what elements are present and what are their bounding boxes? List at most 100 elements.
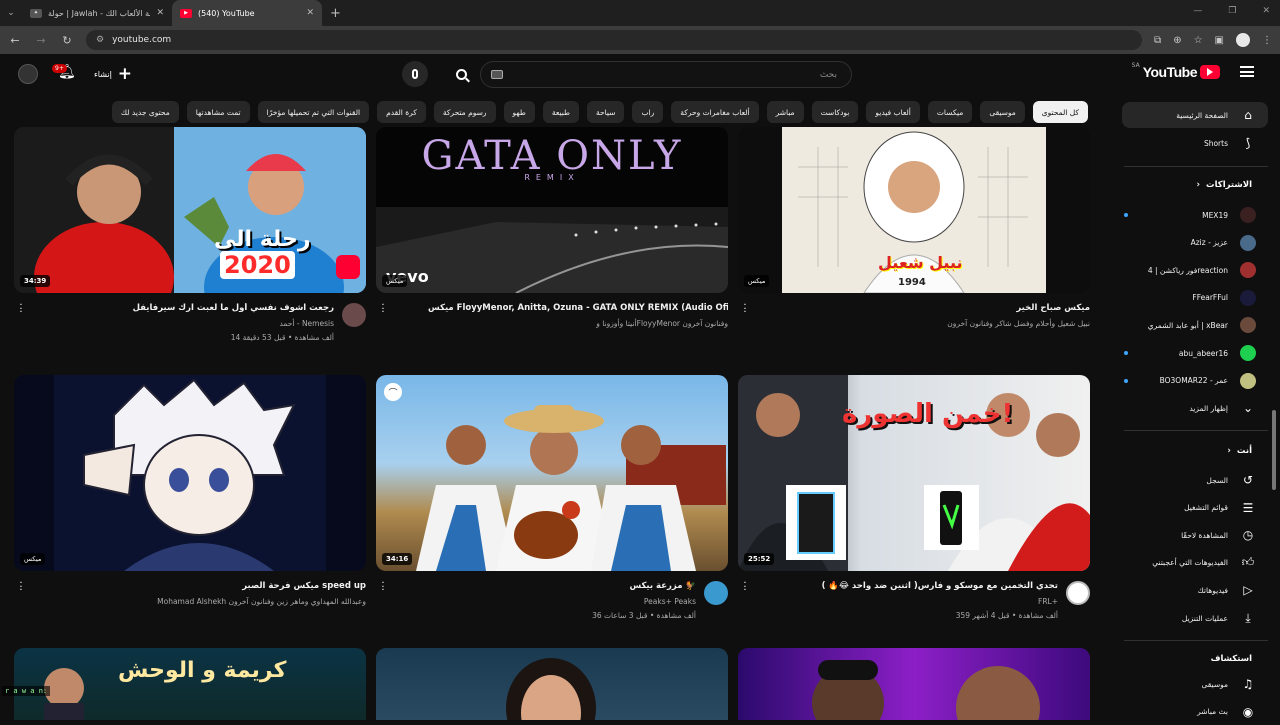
more-actions-icon[interactable]: · · · [18, 301, 24, 318]
search-input[interactable]: بحث [480, 61, 852, 88]
filter-chip[interactable]: القنوات التي تم تحميلها مؤخرًا [257, 101, 370, 123]
reload-icon[interactable]: ↻ [60, 34, 74, 47]
sidebar-subscription-item[interactable]: FFearFFul [1116, 285, 1256, 311]
sidebar-item-playlists[interactable]: قوائم التشغيل ☰ [1116, 495, 1256, 521]
sidebar-scrollbar[interactable] [1272, 410, 1276, 490]
filter-chip[interactable]: كرة القدم [377, 101, 426, 123]
filter-chip[interactable]: رسوم متحركة [433, 101, 496, 123]
sidebar-item-download[interactable]: عمليات التنزيل ⤓ [1116, 605, 1256, 631]
more-actions-icon[interactable]: · · · [742, 301, 748, 318]
video-title[interactable]: ميكس FloyyMenor, Anitta, Ozuna - GATA ON… [428, 303, 728, 313]
video-card[interactable] [738, 648, 1090, 720]
video-thumbnail[interactable] [738, 648, 1090, 720]
video-thumbnail[interactable]: GATA ONLY REMIX vevo ميكس [376, 127, 728, 293]
filter-chip[interactable]: بودكاست [811, 101, 859, 123]
close-window-icon[interactable]: ✕ [1262, 6, 1270, 16]
close-tab-icon[interactable]: ✕ [156, 8, 164, 18]
video-thumbnail[interactable]: ⌒ 34:16 [376, 375, 728, 571]
sidebar-item-like[interactable]: الفيديوهات التي أعجبتني 👍︎ [1116, 550, 1256, 576]
video-thumbnail[interactable]: رحلة الى 2020 34:39 [14, 127, 366, 293]
filter-chip[interactable]: راب [632, 101, 664, 123]
video-card[interactable] [376, 648, 728, 720]
browser-tab-jawlah[interactable]: ✦ حولة | Jawlah - منصة الألعاب الك ✕ [22, 0, 172, 26]
filter-chip[interactable]: سياحة [586, 101, 625, 123]
sidebar-subscription-item[interactable]: abu_abeer16 [1116, 340, 1256, 366]
sidebar-subscription-item[interactable]: Aziz - عزيز [1116, 230, 1256, 256]
more-actions-icon[interactable]: · · · [380, 579, 386, 596]
sidebar-subscription-item[interactable]: فور رياكشن | 4reaction [1116, 257, 1256, 283]
filter-chip[interactable]: تمت مشاهدتها [186, 101, 250, 123]
guide-menu-icon[interactable] [1240, 66, 1254, 77]
minimize-icon[interactable]: — [1193, 6, 1202, 16]
channel-name[interactable]: Peaks+ Peaks [644, 597, 696, 606]
sidebar-item-history[interactable]: السجل ↺ [1116, 467, 1256, 493]
sidebar-item-shorts[interactable]: Shorts ⟆ [1116, 130, 1256, 156]
sidebar-subscription-item[interactable]: MEX19 [1116, 202, 1256, 228]
site-info-icon[interactable]: ⚙ [96, 35, 104, 45]
filter-chip[interactable]: موسيقى [980, 101, 1025, 123]
video-card[interactable]: كريمة و الوحش [14, 648, 366, 720]
bookmark-star-icon[interactable]: ☆ [1194, 35, 1203, 46]
sidebar-item-watch-later[interactable]: المشاهدة لاحقًا ◷ [1116, 522, 1256, 548]
back-icon[interactable]: ← [8, 34, 22, 47]
video-title[interactable]: ميكس فرحة الصبر speed up [66, 581, 366, 591]
sidebar-item-home[interactable]: الصفحة الرئيسية ⌂ [1122, 102, 1268, 128]
video-thumbnail[interactable]: خمن الصورة! 25:52 [738, 375, 1090, 571]
url-field[interactable]: ⚙ youtube.com [86, 30, 1143, 50]
channel-name[interactable]: نبيل شعيل وأحلام وفضل شاكر وفنانون آخرون [947, 319, 1090, 328]
filter-chip[interactable]: محتوى جديد لك [111, 101, 179, 123]
filter-chip[interactable]: ألعاب فيديو [866, 101, 920, 123]
more-actions-icon[interactable]: · · · [742, 579, 748, 596]
sidebar-subscriptions-header[interactable]: › الاشتراكات [1197, 180, 1252, 190]
channel-avatar[interactable] [704, 581, 728, 605]
sidebar-explore-header[interactable]: استكشاف [1211, 654, 1252, 664]
browser-tab-youtube[interactable]: ▶ (540) YouTube ✕ [172, 0, 322, 26]
more-actions-icon[interactable]: · · · [18, 579, 24, 596]
channel-name[interactable]: FRL+ [1038, 597, 1058, 606]
create-button[interactable]: إنشاء + [94, 62, 132, 86]
video-thumbnail[interactable]: ميكس [14, 375, 366, 571]
tab-search-icon[interactable]: ⌄ [0, 0, 22, 26]
maximize-icon[interactable]: ❐ [1228, 6, 1236, 16]
sidebar-item-your-videos[interactable]: فيديوهاتك ▷ [1116, 577, 1256, 603]
sidebar-item-music[interactable]: موسيقى ♫ [1116, 671, 1256, 697]
video-card[interactable]: نبيل شعيل 1994 ميكس ميكس صباح الخير نبيل… [738, 127, 1090, 363]
more-actions-icon[interactable]: · · · [380, 301, 386, 318]
forward-icon[interactable]: → [34, 34, 48, 47]
search-button[interactable] [446, 61, 476, 88]
filter-chip[interactable]: كل المحتوى [1032, 101, 1088, 123]
filter-chip[interactable]: طبيعة [542, 101, 579, 123]
sidebar-you-header[interactable]: › أنت [1227, 446, 1252, 456]
video-thumbnail[interactable]: كريمة و الوحش [14, 648, 366, 720]
channel-avatar[interactable] [1066, 581, 1090, 605]
channel-avatar[interactable] [342, 303, 366, 327]
sidebar-show-more[interactable]: إظهار المزيد ⌄ [1116, 395, 1256, 421]
video-thumbnail[interactable]: نبيل شعيل 1994 ميكس [738, 127, 1090, 293]
video-title[interactable]: ميكس صباح الخير [790, 303, 1090, 313]
sidebar-subscription-item[interactable]: BO3OMAR22 - عمر [1116, 368, 1256, 394]
browser-profile-avatar[interactable] [1236, 33, 1250, 47]
new-tab-button[interactable]: + [322, 6, 349, 21]
video-card[interactable]: ⌒ 34:16 مزرعة بيكس 🐓 Peaks+ Peaks 36 ألف… [376, 375, 728, 641]
sidebar-subscription-item[interactable]: أبو عابد الشمري | xBear [1116, 312, 1256, 338]
video-card[interactable]: رحلة الى 2020 34:39 رجعت اشوف نفسي أول م… [14, 127, 366, 363]
video-card[interactable]: ميكس ميكس فرحة الصبر speed up Mohamad Al… [14, 375, 366, 641]
close-tab-icon[interactable]: ✕ [306, 8, 314, 18]
filter-chip[interactable]: طهو [503, 101, 535, 123]
channel-name[interactable]: أنيتا وأوزونا وFloyyMenor وفنانون آخرون [596, 319, 728, 328]
youtube-logo[interactable]: SA YouTube [1132, 62, 1220, 80]
video-card[interactable]: خمن الصورة! 25:52 تحدي التخمين مع موسكو … [738, 375, 1090, 641]
cast-icon[interactable]: ⧉ [1154, 35, 1161, 46]
extensions-icon[interactable]: ▣ [1215, 35, 1224, 46]
video-title[interactable]: تحدي التخمين مع موسكو و فارس( اثنين ضد و… [758, 581, 1058, 591]
video-thumbnail[interactable] [376, 648, 728, 720]
sidebar-item-live[interactable]: بث مباشر ◉ [1116, 699, 1256, 725]
video-title[interactable]: مزرعة بيكس 🐓 [396, 581, 696, 591]
account-avatar[interactable] [18, 64, 38, 84]
video-title[interactable]: رجعت اشوف نفسي أول ما لعبت ارك سيرفايفل [34, 303, 334, 313]
filter-chip[interactable]: ألعاب مغامرات وحركة [671, 101, 759, 123]
channel-name[interactable]: أحمد - Nemesis [279, 319, 334, 328]
filter-chip[interactable]: ميكسات [927, 101, 973, 123]
filter-chip[interactable]: مباشر [766, 101, 804, 123]
browser-menu-icon[interactable]: ⋮ [1262, 35, 1272, 46]
